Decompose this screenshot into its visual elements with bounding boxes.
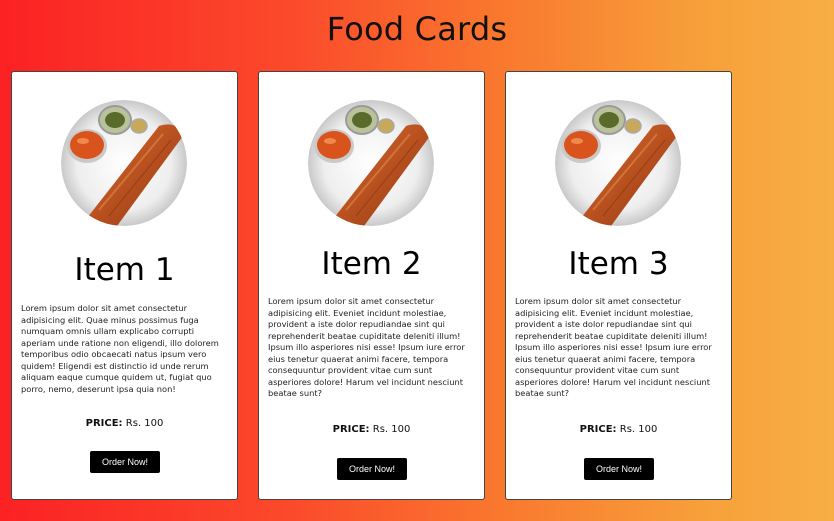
price-label: PRICE: [579,424,617,435]
price-line: PRICE: Rs. 100 [506,424,731,435]
order-now-button[interactable]: Order Now! [337,458,407,480]
order-now-button[interactable]: Order Now! [90,451,160,473]
food-card-1: Item 1 Lorem ipsum dolor sit amet consec… [11,71,238,500]
price-line: PRICE: Rs. 100 [259,424,484,435]
food-card-2: Item 2 Lorem ipsum dolor sit amet consec… [258,71,485,500]
card-description: Lorem ipsum dolor sit amet consectetur a… [515,296,712,398]
page-title: Food Cards [326,10,508,48]
price-value: Rs. 100 [372,424,411,435]
order-now-button[interactable]: Order Now! [584,458,654,480]
masala-dosa-image [555,100,681,226]
price-value: Rs. 100 [619,424,658,435]
card-description: Lorem ipsum dolor sit amet consectetur a… [268,296,465,398]
price-line: PRICE: Rs. 100 [12,418,237,429]
card-title: Item 3 [568,246,669,282]
masala-dosa-image [61,100,187,226]
card-title: Item 1 [74,252,175,288]
price-label: PRICE: [332,424,370,435]
card-description: Lorem ipsum dolor sit amet consectetur a… [21,303,219,394]
masala-dosa-image [308,100,434,226]
food-card-3: Item 3 Lorem ipsum dolor sit amet consec… [505,71,732,500]
price-label: PRICE: [85,418,123,429]
price-value: Rs. 100 [125,418,164,429]
card-title: Item 2 [321,246,422,282]
